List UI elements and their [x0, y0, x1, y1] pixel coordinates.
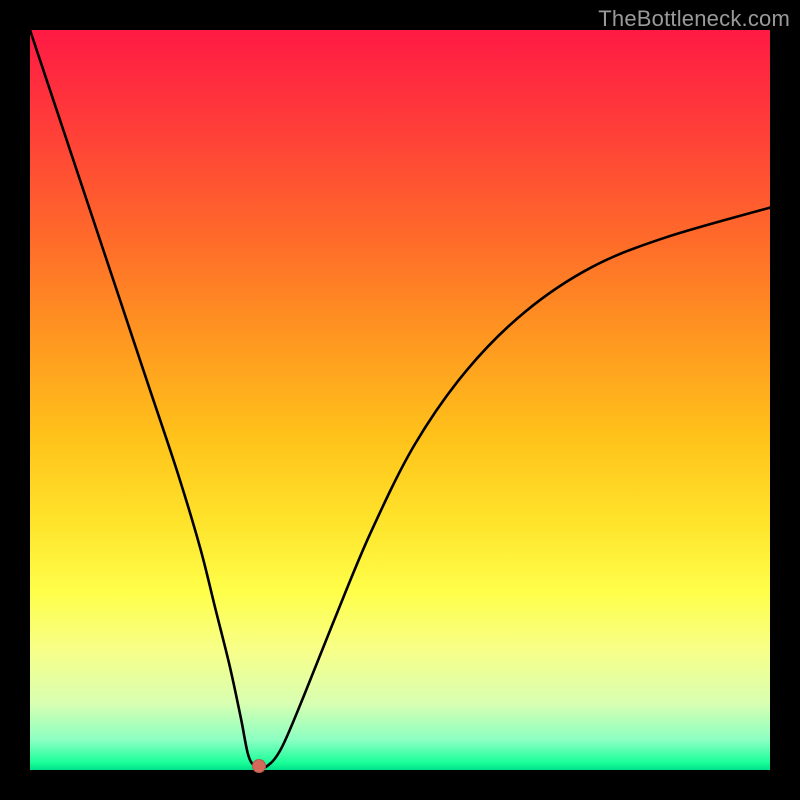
plot-area	[30, 30, 770, 770]
watermark-text: TheBottleneck.com	[598, 6, 790, 32]
curve-svg	[30, 30, 770, 770]
chart-stage: TheBottleneck.com	[0, 0, 800, 800]
bottleneck-curve	[30, 30, 770, 768]
optimal-point-marker	[252, 759, 266, 773]
